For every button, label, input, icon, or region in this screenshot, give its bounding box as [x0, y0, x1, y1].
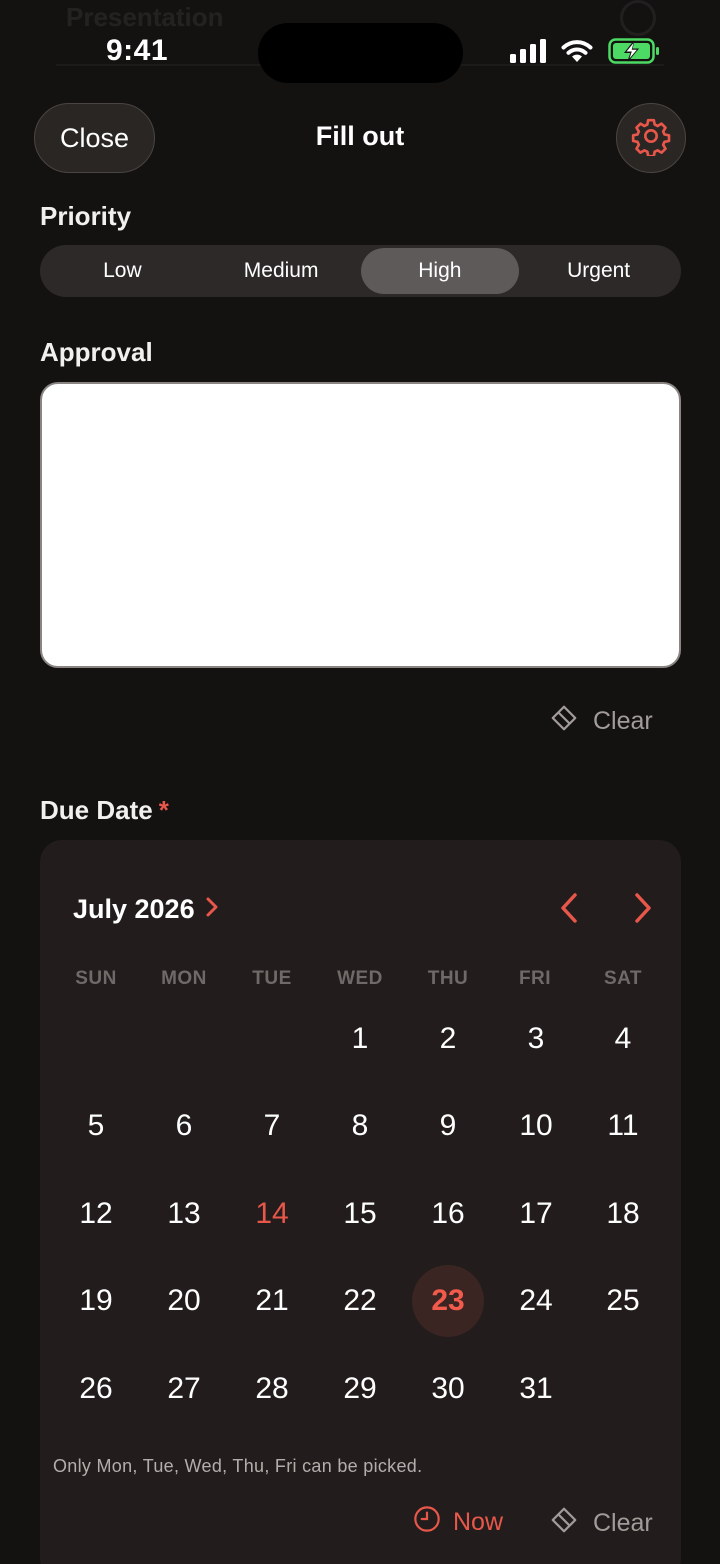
calendar-day-31[interactable]: 31 [500, 1353, 572, 1425]
approval-clear-button[interactable]: Clear [549, 703, 653, 740]
eraser-icon [549, 703, 579, 740]
due-date-label-text: Due Date [40, 795, 153, 825]
approval-clear-label: Clear [593, 707, 653, 735]
chevron-right-icon [633, 892, 653, 929]
background-circle [620, 0, 656, 36]
calendar-day-13[interactable]: 13 [148, 1178, 220, 1250]
calendar-day-22[interactable]: 22 [324, 1265, 396, 1337]
weekday-fri: FRI [518, 968, 552, 989]
calendar-day-25[interactable]: 25 [587, 1265, 659, 1337]
calendar-day-10[interactable]: 10 [500, 1090, 572, 1162]
required-marker: * [158, 795, 169, 825]
weekday-sat: SAT [603, 968, 643, 989]
page-title: Fill out [315, 121, 405, 151]
battery-charging-icon [608, 37, 660, 69]
clock-icon [413, 1505, 441, 1540]
calendar-day-20[interactable]: 20 [148, 1265, 220, 1337]
calendar-day-30[interactable]: 30 [412, 1353, 484, 1425]
calendar-day-19[interactable]: 19 [60, 1265, 132, 1337]
calendar-day-21[interactable]: 21 [236, 1265, 308, 1337]
weekday-thu: THU [427, 968, 469, 989]
now-button[interactable]: Now [413, 1505, 503, 1540]
settings-button[interactable] [616, 103, 686, 173]
eraser-icon [549, 1505, 579, 1542]
calendar-day-1[interactable]: 1 [324, 1003, 396, 1075]
calendar-day-12[interactable]: 12 [60, 1178, 132, 1250]
calendar-day-16[interactable]: 16 [412, 1178, 484, 1250]
calendar-day-15[interactable]: 15 [324, 1178, 396, 1250]
calendar-note: Only Mon, Tue, Wed, Thu, Fri can be pick… [53, 1456, 423, 1476]
gear-icon [631, 116, 671, 161]
chevron-right-icon [205, 894, 219, 925]
calendar-day-28[interactable]: 28 [236, 1353, 308, 1425]
calendar-day-23[interactable]: 23 [412, 1265, 484, 1337]
fill-out-sheet: Presentation 9:41 Close Fill out Priorit… [0, 0, 720, 1564]
priority-option-medium[interactable]: Medium [202, 248, 361, 294]
now-label: Now [453, 1508, 504, 1536]
chevron-left-icon [559, 892, 579, 929]
priority-option-low[interactable]: Low [43, 248, 202, 294]
priority-option-urgent[interactable]: Urgent [519, 248, 678, 294]
calendar-day-24[interactable]: 24 [500, 1265, 572, 1337]
calendar-day-9[interactable]: 9 [412, 1090, 484, 1162]
calendar-day-7[interactable]: 7 [236, 1090, 308, 1162]
calendar-day-5[interactable]: 5 [60, 1090, 132, 1162]
calendar-day-17[interactable]: 17 [500, 1178, 572, 1250]
calendar-day-27[interactable]: 27 [148, 1353, 220, 1425]
calendar-day-4[interactable]: 4 [587, 1003, 659, 1075]
signal-icon [510, 38, 546, 68]
weekday-mon: MON [161, 968, 207, 989]
due-date-label: Due Date * [40, 795, 169, 826]
dynamic-island [258, 23, 463, 83]
weekday-wed: WED [337, 968, 383, 989]
calendar-day-8[interactable]: 8 [324, 1090, 396, 1162]
previous-month-button[interactable] [552, 892, 586, 929]
status-time: 9:41 [106, 34, 169, 67]
approval-label: Approval [40, 337, 153, 367]
month-label: July 2026 [73, 894, 195, 924]
priority-option-high[interactable]: High [360, 248, 520, 294]
weekday-tue: TUE [252, 968, 292, 989]
due-date-clear-button[interactable]: Clear [549, 1505, 653, 1542]
calendar-day-26[interactable]: 26 [60, 1353, 132, 1425]
month-selector[interactable]: July 2026 [73, 894, 219, 925]
background-title: Presentation [66, 2, 224, 32]
calendar-day-2[interactable]: 2 [412, 1003, 484, 1075]
calendar-day-11[interactable]: 11 [587, 1090, 659, 1162]
priority-label: Priority [40, 201, 132, 231]
due-date-clear-label: Clear [593, 1509, 653, 1537]
calendar-day-18[interactable]: 18 [587, 1178, 659, 1250]
status-icons [510, 37, 660, 69]
wifi-icon [560, 38, 594, 69]
calendar-day-6[interactable]: 6 [148, 1090, 220, 1162]
calendar-day-29[interactable]: 29 [324, 1353, 396, 1425]
weekday-sun: SUN [75, 968, 117, 989]
signature-pad[interactable] [40, 382, 681, 668]
next-month-button[interactable] [626, 892, 660, 929]
calendar-day-3[interactable]: 3 [500, 1003, 572, 1075]
calendar-day-14[interactable]: 14 [236, 1178, 308, 1250]
priority-segmented-control: Low Medium High Urgent [40, 245, 681, 297]
